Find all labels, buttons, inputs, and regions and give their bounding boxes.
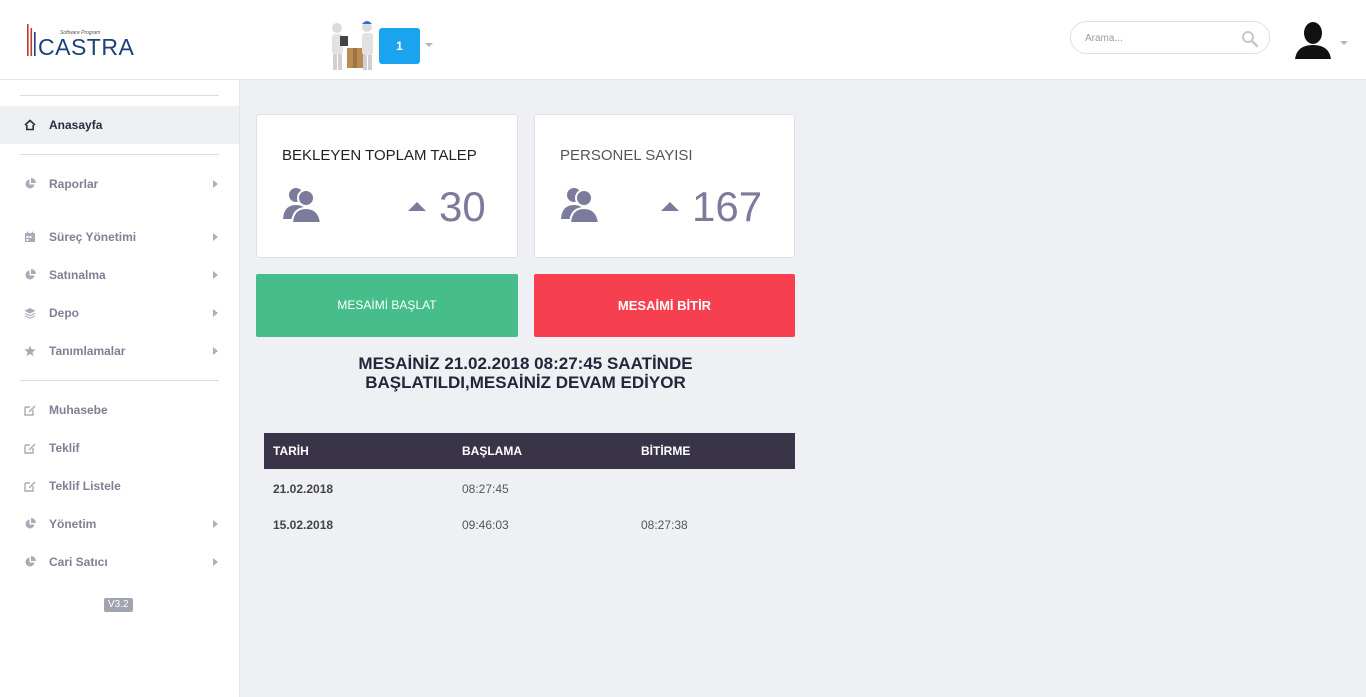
company-select-button[interactable]: 1 — [379, 28, 420, 64]
sidebar-item-label: Teklif Listele — [49, 479, 121, 493]
column-header-end: BİTİRME — [641, 444, 691, 458]
cell-date: 15.02.2018 — [273, 518, 334, 532]
cell-end: 08:27:38 — [641, 518, 688, 532]
chevron-right-icon — [213, 233, 218, 241]
stat-card-value: 30 — [439, 183, 486, 230]
cell-start: 08:27:45 — [462, 482, 509, 496]
trend-up-icon — [408, 202, 426, 211]
version-badge: V3.2 — [104, 598, 133, 612]
cell-date: 21.02.2018 — [273, 482, 334, 496]
stat-card-staff-count: PERSONEL SAYISI 167 — [534, 114, 795, 258]
users-icon — [561, 188, 601, 223]
sidebar-item-label: Süreç Yönetimi — [49, 230, 137, 244]
sidebar: Anasayfa Raporlar Süreç Yönetimi Satınal… — [0, 80, 240, 697]
search-icon[interactable] — [1241, 30, 1259, 48]
sidebar-item-muhasebe[interactable]: Muhasebe — [0, 391, 239, 429]
sidebar-item-label: Muhasebe — [49, 403, 108, 417]
column-header-start: BAŞLAMA — [462, 444, 522, 458]
logo-name: CASTRA — [38, 34, 135, 60]
column-header-date: TARİH — [273, 444, 309, 458]
sidebar-item-anasayfa[interactable]: Anasayfa — [0, 106, 239, 144]
sidebar-divider — [20, 154, 219, 155]
start-shift-button[interactable]: MESAİMİ BAŞLAT — [256, 274, 518, 337]
pie-chart-icon — [25, 269, 36, 280]
chevron-right-icon — [213, 309, 218, 317]
user-menu-chevron-icon[interactable] — [1340, 41, 1348, 45]
edit-icon — [24, 405, 36, 416]
users-icon — [283, 188, 323, 223]
table-header: TARİH BAŞLAMA BİTİRME — [264, 433, 795, 469]
castra-logo[interactable]: Software Program CASTRA — [27, 22, 137, 60]
stat-card-value: 167 — [692, 183, 763, 230]
user-avatar-icon[interactable] — [1295, 21, 1331, 59]
search-box[interactable] — [1070, 21, 1270, 54]
sidebar-divider — [20, 95, 219, 96]
sidebar-item-tanimlamalar[interactable]: Tanımlamalar — [0, 332, 239, 370]
edit-icon — [24, 481, 36, 492]
sidebar-item-cari-satici[interactable]: Cari Satıcı — [0, 543, 239, 581]
sidebar-item-label: Raporlar — [49, 177, 99, 191]
workers-illustration-icon — [332, 21, 373, 70]
pie-chart-icon — [25, 556, 36, 567]
sidebar-item-label: Tanımlamalar — [49, 344, 126, 358]
sidebar-item-label: Satınalma — [49, 268, 106, 282]
stat-card-title: PERSONEL SAYISI — [560, 147, 693, 164]
sidebar-item-depo[interactable]: Depo — [0, 294, 239, 332]
shift-status-line: BAŞLATILDI,MESAİNİZ DEVAM EDİYOR — [365, 373, 686, 392]
chevron-right-icon — [213, 347, 218, 355]
chevron-right-icon — [213, 180, 218, 188]
cell-start: 09:46:03 — [462, 518, 509, 532]
stat-card-title: BEKLEYEN TOPLAM TALEP — [282, 147, 477, 164]
sidebar-item-label: Anasayfa — [49, 118, 103, 132]
stat-card-pending-requests: BEKLEYEN TOPLAM TALEP 30 — [256, 114, 518, 258]
chevron-right-icon — [213, 271, 218, 279]
edit-icon — [24, 443, 36, 454]
pie-chart-icon — [25, 518, 36, 529]
pie-chart-icon — [25, 178, 36, 189]
sidebar-item-teklif[interactable]: Teklif — [0, 429, 239, 467]
table-row: 15.02.2018 09:46:03 08:27:38 — [264, 505, 795, 541]
sidebar-item-label: Teklif — [49, 441, 80, 455]
shift-status-message: MESAİNİZ 21.02.2018 08:27:45 SAATİNDE BA… — [256, 354, 795, 392]
trend-up-icon — [661, 202, 679, 211]
shift-history-table: TARİH BAŞLAMA BİTİRME 21.02.2018 08:27:4… — [264, 433, 795, 541]
chevron-right-icon — [213, 520, 218, 528]
sidebar-divider — [20, 380, 219, 381]
star-icon — [24, 345, 36, 357]
sidebar-item-label: Depo — [49, 306, 79, 320]
layers-icon — [24, 308, 36, 319]
chevron-down-icon[interactable] — [425, 43, 433, 47]
top-header: Software Program CASTRA 1 — [0, 0, 1366, 80]
sidebar-item-yonetim[interactable]: Yönetim — [0, 505, 239, 543]
logo-bars-icon — [27, 24, 36, 56]
sidebar-item-teklif-listele[interactable]: Teklif Listele — [0, 467, 239, 505]
sidebar-item-label: Cari Satıcı — [49, 555, 108, 569]
sidebar-item-surec-yonetimi[interactable]: Süreç Yönetimi — [0, 218, 239, 256]
sidebar-item-raporlar[interactable]: Raporlar — [0, 165, 239, 203]
end-shift-button[interactable]: MESAİMİ BİTİR — [534, 274, 795, 337]
sidebar-item-satinalma[interactable]: Satınalma — [0, 256, 239, 294]
shift-status-line: MESAİNİZ 21.02.2018 08:27:45 SAATİNDE — [358, 354, 693, 373]
home-icon — [24, 119, 36, 131]
sidebar-item-label: Yönetim — [49, 517, 97, 531]
chevron-right-icon — [213, 558, 218, 566]
search-input[interactable] — [1085, 29, 1235, 47]
calendar-icon — [25, 231, 35, 242]
table-row: 21.02.2018 08:27:45 — [264, 469, 795, 505]
